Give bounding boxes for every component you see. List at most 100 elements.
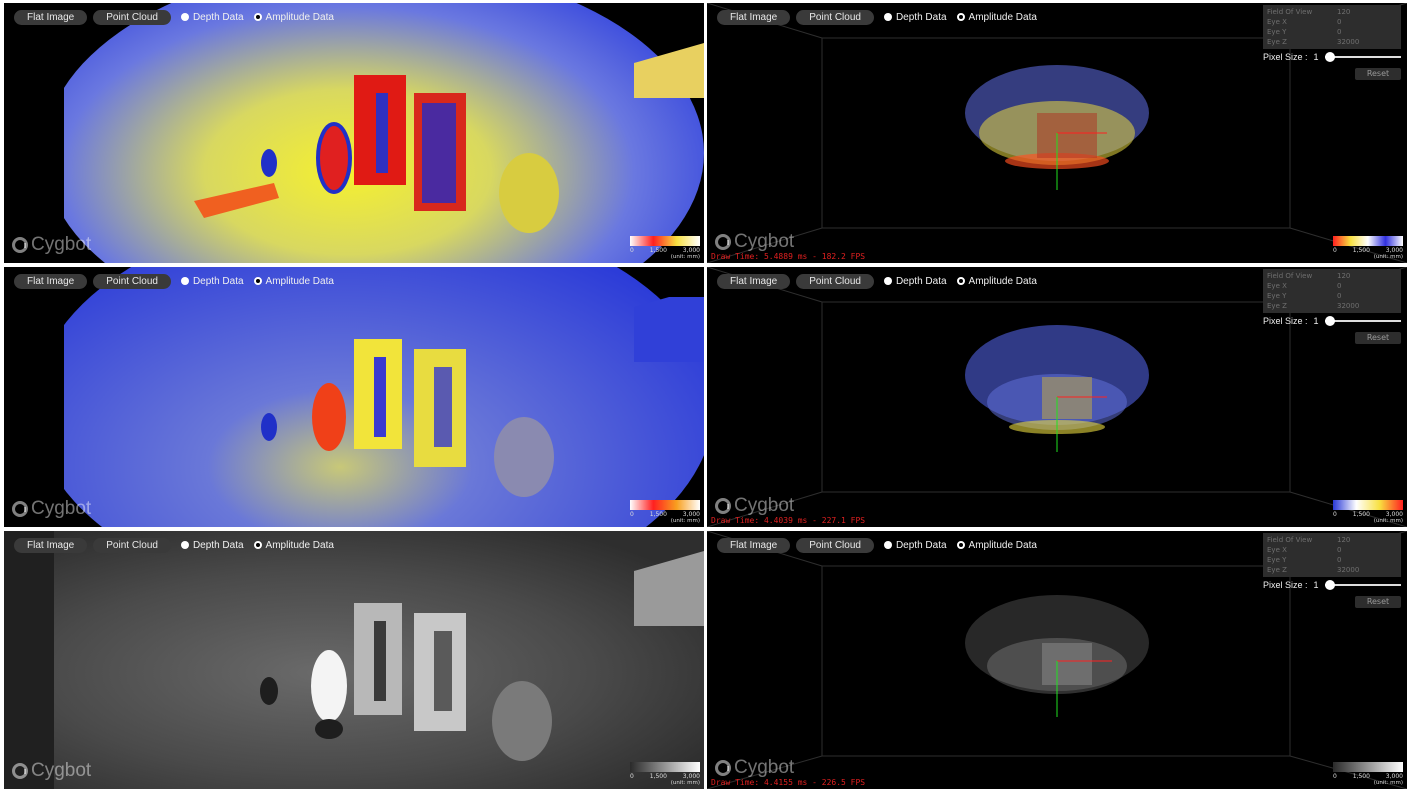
point-cloud-panel-1: Flat Image Point Cloud Depth Data Amplit…: [707, 3, 1407, 263]
cygbot-logo: Cygbot: [12, 498, 91, 520]
pixel-size-slider[interactable]: [1324, 580, 1401, 590]
eye-x-row[interactable]: Eye X0: [1267, 545, 1397, 555]
cygbot-logo: Cygbot: [12, 234, 91, 256]
eye-y-row[interactable]: Eye Y0: [1267, 555, 1397, 565]
legend-tick: 0: [1333, 511, 1337, 518]
flat-image-button[interactable]: Flat Image: [14, 273, 88, 289]
reset-button[interactable]: Reset: [1355, 596, 1401, 608]
point-cloud-panel-3: Flat Image Point Cloud Depth Data Amplit…: [707, 531, 1407, 789]
field-of-view-row[interactable]: Field Of View 120: [1267, 7, 1397, 17]
point-cloud-button[interactable]: Point Cloud: [796, 273, 874, 289]
color-legend: 0 1,500 3,000 (unit: mm): [630, 500, 700, 524]
legend-gradient: [630, 500, 700, 510]
depth-data-radio[interactable]: Depth Data: [883, 540, 947, 551]
cygbot-logo-icon: [12, 501, 28, 517]
pixel-size-control: Pixel Size : 1: [1263, 52, 1401, 62]
amplitude-data-radio[interactable]: Amplitude Data: [956, 540, 1037, 551]
legend-tick: 3,000: [1385, 773, 1403, 780]
cygbot-logo-icon: [12, 763, 28, 779]
flat-image-button[interactable]: Flat Image: [717, 537, 791, 553]
pixel-size-control: Pixel Size : 1: [1263, 580, 1401, 590]
depth-data-radio[interactable]: Depth Data: [883, 12, 947, 23]
cygbot-logo: Cygbot: [715, 495, 794, 517]
legend-unit: (unit: mm): [670, 254, 700, 260]
amplitude-data-label: Amplitude Data: [265, 275, 334, 287]
legend-tick: 1,500: [649, 247, 667, 254]
legend-gradient: [1333, 500, 1403, 510]
color-legend: 0 1,500 3,000 (unit: mm): [1333, 500, 1403, 524]
pixel-size-slider[interactable]: [1324, 52, 1401, 62]
legend-tick: 1,500: [1352, 247, 1370, 254]
cygbot-logo-icon: [715, 234, 731, 250]
view-toolbar: Flat Image Point Cloud Depth Data Amplit…: [14, 537, 334, 553]
slider-knob[interactable]: [1324, 580, 1335, 590]
field-of-view-row[interactable]: Field Of View 120: [1267, 535, 1397, 545]
draw-time-readout: Draw Time: 5.4889 ms - 182.2 FPS: [711, 252, 866, 261]
logo-text: Cygbot: [734, 231, 795, 252]
point-cloud-button[interactable]: Point Cloud: [93, 537, 171, 553]
eye-y-row[interactable]: Eye Y0: [1267, 291, 1397, 301]
flat-image-panel-1: Flat Image Point Cloud Depth Data Amplit…: [4, 3, 704, 263]
depth-data-radio[interactable]: Depth Data: [883, 276, 947, 287]
amplitude-data-label: Amplitude Data: [968, 275, 1037, 287]
depth-data-radio[interactable]: Depth Data: [180, 12, 244, 23]
radio-selected-icon: [883, 13, 892, 21]
pixel-size-slider[interactable]: [1324, 316, 1401, 326]
legend-gradient: [630, 762, 700, 772]
eye-y-row[interactable]: Eye Y0: [1267, 27, 1397, 37]
legend-tick: 1,500: [1352, 773, 1370, 780]
logo-text: Cygbot: [31, 498, 92, 519]
view-toolbar: Flat Image Point Cloud Depth Data Amplit…: [717, 537, 1037, 553]
eye-x-row[interactable]: Eye X0: [1267, 281, 1397, 291]
point-cloud-button[interactable]: Point Cloud: [796, 9, 874, 25]
depth-flat-image: [4, 3, 704, 263]
depth-flat-image: [4, 267, 704, 527]
flat-image-button[interactable]: Flat Image: [14, 537, 88, 553]
logo-text: Cygbot: [31, 234, 92, 255]
slider-knob[interactable]: [1324, 316, 1335, 326]
radio-unselected-icon: [253, 541, 262, 549]
legend-tick: 1,500: [1352, 511, 1370, 518]
amplitude-data-radio[interactable]: Amplitude Data: [253, 275, 334, 287]
amplitude-data-label: Amplitude Data: [265, 539, 334, 551]
radio-unselected-icon: [956, 13, 965, 21]
eye-z-row[interactable]: Eye Z 32000: [1267, 301, 1397, 311]
point-cloud-button[interactable]: Point Cloud: [93, 9, 171, 25]
color-legend: 0 1,500 3,000 (unit: mm): [630, 762, 700, 786]
depth-data-radio[interactable]: Depth Data: [180, 276, 244, 287]
legend-tick: 3,000: [682, 773, 700, 780]
view-toolbar: Flat Image Point Cloud Depth Data Amplit…: [717, 273, 1037, 289]
view-toolbar: Flat Image Point Cloud Depth Data Amplit…: [717, 9, 1037, 25]
legend-tick: 0: [1333, 773, 1337, 780]
view-toolbar: Flat Image Point Cloud Depth Data Amplit…: [14, 9, 334, 25]
flat-image-button[interactable]: Flat Image: [14, 9, 88, 25]
view-controls: Field Of View 120 Eye X0 Eye Y0 Eye Z 3200…: [1263, 533, 1401, 608]
slider-knob[interactable]: [1324, 52, 1335, 62]
point-cloud-button[interactable]: Point Cloud: [93, 273, 171, 289]
flat-image-panel-3: Flat Image Point Cloud Depth Data Amplit…: [4, 531, 704, 789]
amplitude-data-radio[interactable]: Amplitude Data: [253, 539, 334, 551]
amplitude-data-radio[interactable]: Amplitude Data: [956, 12, 1037, 23]
color-legend: 0 1,500 3,000 (unit: mm): [1333, 236, 1403, 260]
legend-gradient: [630, 236, 700, 246]
reset-button[interactable]: Reset: [1355, 68, 1401, 80]
view-controls: Field Of View 120 Eye X0 Eye Y0 Eye Z 3200…: [1263, 5, 1401, 80]
amplitude-data-label: Amplitude Data: [265, 11, 334, 23]
flat-image-button[interactable]: Flat Image: [717, 273, 791, 289]
point-cloud-button[interactable]: Point Cloud: [796, 537, 874, 553]
reset-button[interactable]: Reset: [1355, 332, 1401, 344]
eye-x-row[interactable]: Eye X0: [1267, 17, 1397, 27]
amplitude-data-radio[interactable]: Amplitude Data: [956, 275, 1037, 287]
depth-data-radio[interactable]: Depth Data: [180, 540, 244, 551]
logo-text: Cygbot: [734, 495, 795, 516]
eye-z-row[interactable]: Eye Z 32000: [1267, 565, 1397, 575]
flat-image-button[interactable]: Flat Image: [717, 9, 791, 25]
field-of-view-row[interactable]: Field Of View 120: [1267, 271, 1397, 281]
legend-gradient: [1333, 236, 1403, 246]
view-toolbar: Flat Image Point Cloud Depth Data Amplit…: [14, 273, 334, 289]
legend-tick: 3,000: [1385, 247, 1403, 254]
amplitude-data-radio[interactable]: Amplitude Data: [253, 11, 334, 23]
radio-selected-icon: [883, 277, 892, 285]
cygbot-logo: Cygbot: [715, 757, 794, 779]
eye-z-row[interactable]: Eye Z 32000: [1267, 37, 1397, 47]
